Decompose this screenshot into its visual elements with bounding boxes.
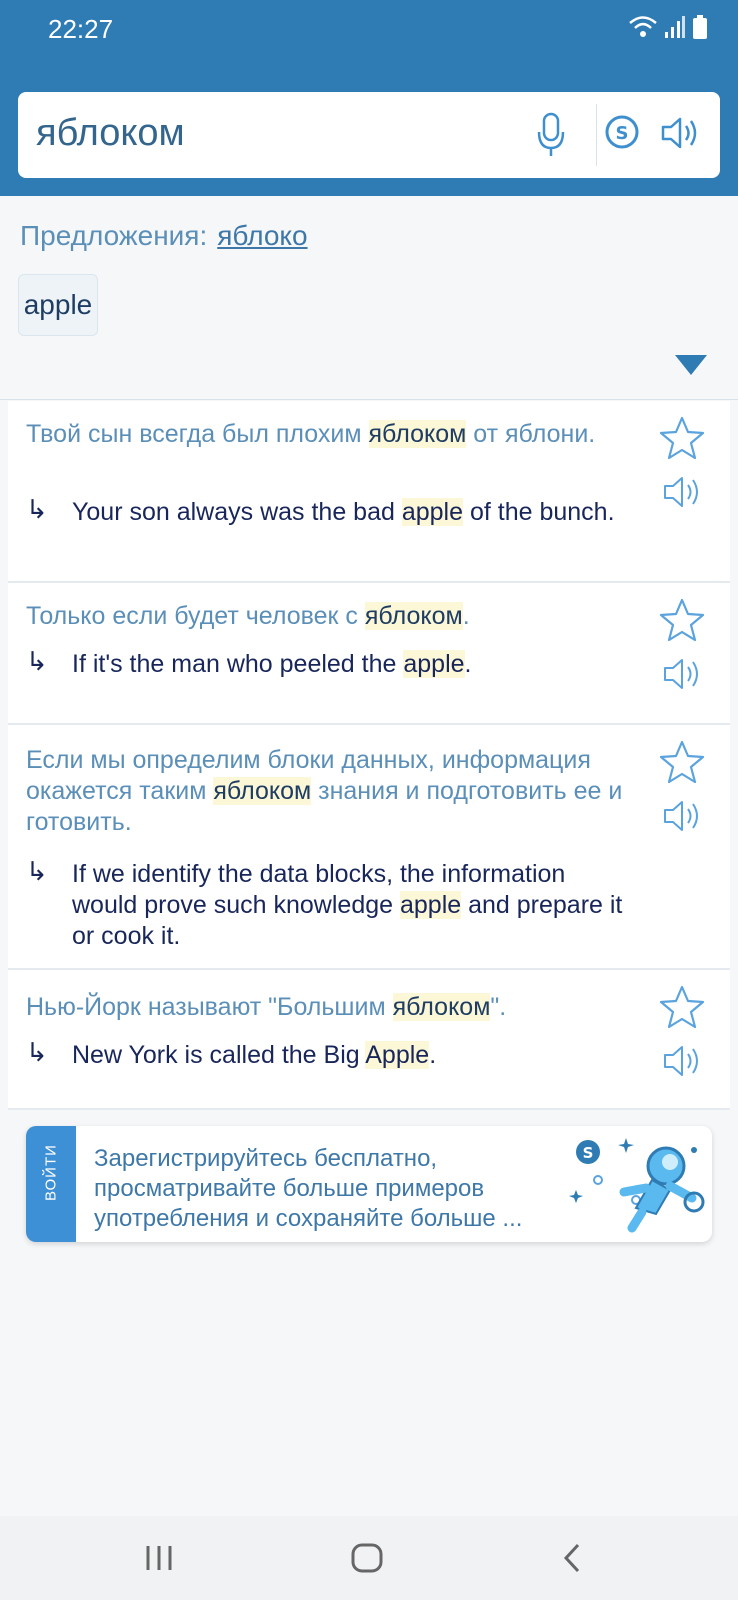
- back-button[interactable]: [562, 1542, 582, 1579]
- speaker-icon: [664, 659, 698, 689]
- search-divider: [596, 104, 597, 166]
- translation-arrow-icon: ↳: [26, 856, 48, 886]
- suggestions-label: Предложения:: [20, 220, 208, 251]
- speaker-icon: [661, 117, 697, 149]
- star-icon: [659, 416, 705, 460]
- signup-banner[interactable]: ВОЙТИ Зарегистрируйтесь бесплатно, просм…: [26, 1126, 712, 1242]
- status-icons: [628, 14, 708, 40]
- speaker-icon: [664, 801, 698, 831]
- triangle-down-icon: [675, 355, 707, 375]
- example-card: Только если будет человек с яблоком. ↳ I…: [8, 583, 730, 723]
- microphone-button[interactable]: [536, 112, 566, 163]
- astronaut-icon: S: [569, 1138, 705, 1233]
- back-icon: [563, 1543, 580, 1573]
- example-card: Нью-Йорк называют "Большим яблоком". ↳ N…: [8, 970, 730, 1108]
- microphone-icon: [537, 112, 565, 156]
- search-input[interactable]: яблоком: [36, 112, 185, 155]
- favorite-button[interactable]: [658, 415, 706, 466]
- signup-banner-text: Зарегистрируйтесь бесплатно, просматрива…: [94, 1145, 523, 1232]
- pronounce-button[interactable]: [660, 114, 700, 157]
- svg-text:S: S: [583, 1144, 594, 1162]
- app-header: 22:27 яблоком S: [0, 0, 738, 196]
- example-translation-text: New York is called the Big Apple.: [72, 1041, 437, 1069]
- translation-arrow-icon: ↳: [26, 1037, 48, 1067]
- expand-button[interactable]: [674, 354, 708, 381]
- favorite-button[interactable]: [658, 739, 706, 790]
- login-tab[interactable]: ВОЙТИ: [26, 1126, 76, 1242]
- example-source-text: Только если будет человек с яблоком.: [26, 602, 470, 630]
- wifi-icon: [629, 16, 657, 37]
- example-source-text: Если мы определим блоки данных, информац…: [26, 746, 623, 836]
- star-icon: [659, 740, 705, 784]
- example-translation-text: Your son always was the bad apple of the…: [72, 498, 615, 526]
- reverso-logo-icon: S: [605, 115, 639, 149]
- example-card: Твой сын всегда был плохим яблоком от яб…: [8, 401, 730, 581]
- star-icon: [659, 598, 705, 642]
- example-source-text: Твой сын всегда был плохим яблоком от яб…: [26, 420, 596, 448]
- suggestion-link[interactable]: яблоко: [217, 220, 307, 251]
- recent-apps-icon: [146, 1546, 172, 1570]
- login-tab-label: ВОЙТИ: [42, 1144, 60, 1201]
- reverso-button[interactable]: S: [604, 114, 640, 155]
- star-icon: [659, 985, 705, 1029]
- example-card: Если мы определим блоки данных, информац…: [8, 725, 730, 968]
- example-source-text: Нью-Йорк называют "Большим яблоком".: [26, 993, 507, 1021]
- speaker-icon: [664, 477, 698, 507]
- home-icon: [351, 1543, 383, 1573]
- suggestions-row: Предложения: яблоко: [20, 220, 308, 252]
- translation-arrow-icon: ↳: [26, 646, 48, 676]
- home-button[interactable]: [350, 1542, 384, 1579]
- play-audio-button[interactable]: [662, 1042, 704, 1085]
- section-divider: [0, 399, 738, 400]
- svg-text:S: S: [616, 123, 629, 144]
- translation-arrow-icon: ↳: [26, 494, 48, 524]
- system-nav-bar: [0, 1516, 738, 1600]
- search-box[interactable]: яблоком S: [18, 92, 720, 178]
- status-time: 22:27: [48, 14, 114, 44]
- play-audio-button[interactable]: [662, 797, 704, 840]
- favorite-button[interactable]: [658, 984, 706, 1035]
- recent-apps-button[interactable]: [144, 1544, 174, 1577]
- play-audio-button[interactable]: [662, 655, 704, 698]
- signal-icon: [665, 16, 685, 38]
- example-translation-text: If we identify the data blocks, the info…: [72, 860, 623, 950]
- astronaut-illustration: S: [566, 1132, 706, 1241]
- translation-chip[interactable]: apple: [18, 274, 98, 336]
- play-audio-button[interactable]: [662, 473, 704, 516]
- example-translation-text: If it's the man who peeled the apple.: [72, 650, 472, 678]
- favorite-button[interactable]: [658, 597, 706, 648]
- card-divider: [8, 1108, 730, 1110]
- battery-icon: [693, 15, 707, 39]
- status-bar: 22:27: [0, 0, 738, 60]
- speaker-icon: [664, 1046, 698, 1076]
